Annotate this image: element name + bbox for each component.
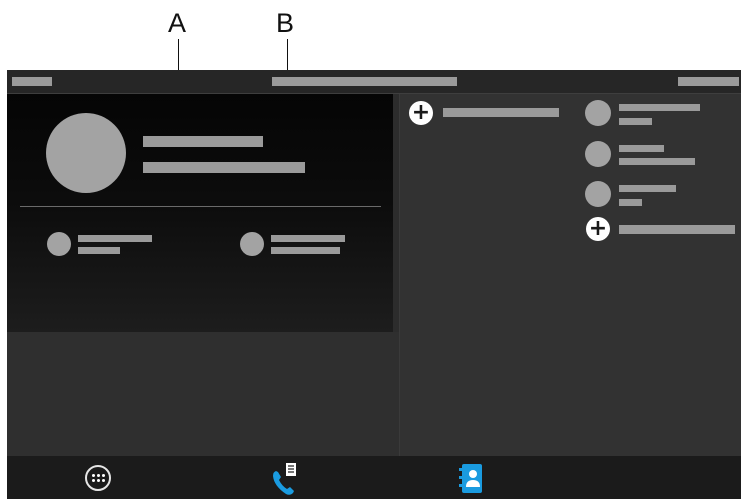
apps-grid-icon (85, 465, 111, 491)
contact-list-panel: + + (400, 94, 741, 456)
status-right-text (678, 77, 739, 86)
member-avatar[interactable] (585, 100, 611, 126)
status-title (272, 77, 457, 86)
linked-contact-name (78, 235, 152, 242)
bottom-nav-bar (7, 456, 741, 499)
status-bar (7, 70, 741, 94)
contact-name (143, 136, 263, 147)
contact-detail-panel (7, 94, 393, 332)
add-contact-label[interactable] (443, 108, 559, 117)
member-avatar[interactable] (585, 181, 611, 207)
plus-icon[interactable]: + (586, 217, 610, 241)
callout-b: B (276, 8, 295, 38)
member-avatar[interactable] (585, 141, 611, 167)
contact-avatar (46, 113, 126, 193)
call-log-button[interactable] (257, 456, 317, 499)
member-name (619, 104, 700, 111)
apps-button[interactable] (70, 456, 130, 499)
add-member-label[interactable] (619, 225, 735, 234)
linked-contact-detail (271, 247, 340, 254)
contacts-book-icon (459, 464, 482, 493)
member-name (619, 185, 676, 192)
contact-number (143, 162, 305, 173)
member-detail (619, 118, 652, 125)
member-detail (619, 158, 695, 165)
callout-a: A (168, 8, 187, 38)
linked-contact-detail (78, 247, 120, 254)
member-name (619, 145, 664, 152)
detail-empty-area (7, 332, 399, 456)
phone-log-icon (273, 463, 296, 495)
contacts-button[interactable] (442, 456, 502, 499)
linked-contact-avatar[interactable] (240, 232, 264, 256)
member-detail (619, 199, 642, 206)
status-left-text (12, 77, 52, 86)
detail-divider (20, 206, 381, 207)
plus-icon[interactable]: + (409, 101, 433, 125)
linked-contact-name (271, 235, 345, 242)
linked-contact-avatar[interactable] (47, 232, 71, 256)
device-screen: + + (7, 70, 741, 499)
